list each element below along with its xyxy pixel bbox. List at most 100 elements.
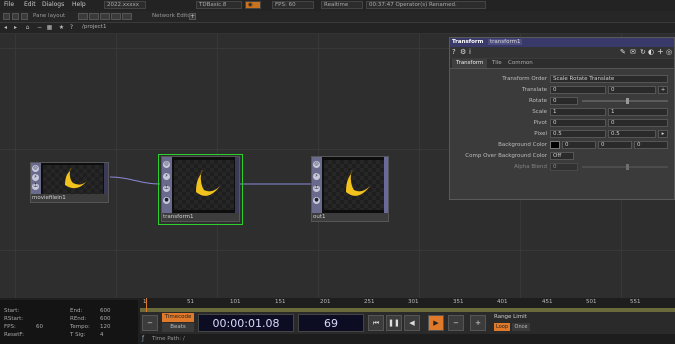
color-icon[interactable]: ◐ <box>648 48 654 56</box>
fps-value[interactable]: 60 <box>36 324 43 330</box>
pane-split-button[interactable] <box>12 13 19 20</box>
edit-icon[interactable]: ✎ <box>620 48 626 56</box>
node-moviefilein[interactable]: ◎ ⚡ ⚿ moviefilein1 <box>30 162 109 203</box>
frame-field[interactable]: 69 <box>298 314 364 332</box>
expand-button[interactable]: + <box>658 86 668 94</box>
viewer-icon[interactable]: ◎ <box>163 161 170 168</box>
bg-b-field[interactable]: 0 <box>634 141 668 149</box>
add-icon[interactable]: + <box>657 47 664 56</box>
layout-button[interactable] <box>100 13 110 20</box>
pivot-y-field[interactable]: 0 <box>608 119 668 127</box>
tab-common[interactable]: Common <box>508 59 533 68</box>
menu-dialogs[interactable]: Dialogs <box>42 1 64 8</box>
translate-y-field[interactable]: 0 <box>608 86 656 94</box>
playhead[interactable] <box>146 298 147 312</box>
add-pane-button[interactable]: + <box>189 13 196 20</box>
pixel-x-field[interactable]: 0.5 <box>550 130 606 138</box>
node-out[interactable]: ◎ ⚡ ⚿ ● out1 <box>311 156 389 222</box>
param-row: Pixel 0.5 0.5 ▸ <box>450 130 674 139</box>
lock-icon[interactable]: ⚿ <box>313 185 320 192</box>
tab-transform[interactable]: Transform <box>452 59 488 68</box>
play-icon[interactable]: ▶ <box>428 315 444 331</box>
collapse-button[interactable]: − <box>142 315 158 331</box>
realtime-toggle[interactable]: Realtime <box>321 1 363 9</box>
expand-button[interactable]: ▸ <box>658 130 668 138</box>
timecode-toggle[interactable]: Timecode <box>162 313 194 322</box>
bypass-icon[interactable]: ⚡ <box>163 173 170 180</box>
layout-button[interactable] <box>89 13 99 20</box>
slider-knob[interactable] <box>626 164 629 170</box>
scale-y-field[interactable]: 1 <box>608 108 668 116</box>
once-toggle[interactable]: Once <box>512 323 530 331</box>
end-value[interactable]: 600 <box>100 308 111 314</box>
node-name[interactable]: out1 <box>313 214 326 220</box>
viewer-icon[interactable]: ◎ <box>313 161 320 168</box>
alpha-blend-slider[interactable] <box>582 166 668 168</box>
loop-toggle[interactable]: Loop <box>494 323 510 331</box>
resetf-label: ResetF: <box>4 332 24 338</box>
skip-back-icon[interactable]: ⏮ <box>368 315 384 331</box>
clone-icon[interactable]: ● <box>313 197 320 204</box>
viewer-icon[interactable]: ◎ <box>32 165 39 172</box>
python-icon[interactable]: ⚙ <box>460 48 466 56</box>
transform-order-menu[interactable]: Scale Rotate Translate <box>550 75 668 83</box>
menu-file[interactable]: File <box>4 1 14 8</box>
translate-x-field[interactable]: 0 <box>550 86 606 94</box>
pane-split-button[interactable] <box>3 13 10 20</box>
rend-label: REnd: <box>70 316 87 322</box>
tsig-value[interactable]: 4 <box>100 332 104 338</box>
tempo-value[interactable]: 120 <box>100 324 111 330</box>
rotate-field[interactable]: 0 <box>550 97 578 105</box>
perform-button[interactable]: ◉ <box>245 1 261 9</box>
slider-knob[interactable] <box>626 98 629 104</box>
color-swatch[interactable] <box>550 141 560 149</box>
lock-icon[interactable]: ⚿ <box>163 185 170 192</box>
star-icon[interactable]: ★ <box>58 25 65 31</box>
target-icon[interactable]: ◎ <box>666 48 672 56</box>
grid-icon[interactable]: ▦ <box>46 25 53 31</box>
lock-icon[interactable]: ⚿ <box>32 183 39 190</box>
clone-icon[interactable]: ● <box>163 197 170 204</box>
rotate-slider[interactable] <box>582 100 668 102</box>
step-forward-icon[interactable]: + <box>470 315 486 331</box>
bypass-icon[interactable]: ⚡ <box>32 174 39 181</box>
help-icon[interactable]: ? <box>452 48 456 56</box>
layout-button[interactable] <box>111 13 121 20</box>
pivot-x-field[interactable]: 0 <box>550 119 606 127</box>
comment-icon[interactable]: ✉ <box>630 48 636 56</box>
scripts-icon[interactable]: ƒ <box>142 335 144 342</box>
forward-icon[interactable]: ▸ <box>12 25 19 31</box>
bypass-icon[interactable]: ⚡ <box>313 173 320 180</box>
node-viewer <box>43 165 103 194</box>
rend-value[interactable]: 600 <box>100 316 111 322</box>
pixel-y-field[interactable]: 0.5 <box>608 130 656 138</box>
pause-icon[interactable]: ❚❚ <box>386 315 402 331</box>
back-icon[interactable]: ◂ <box>2 25 9 31</box>
minus-icon[interactable]: − <box>36 25 43 31</box>
comp-over-toggle[interactable]: Off <box>550 152 574 160</box>
home-icon[interactable]: ⌂ <box>24 25 31 31</box>
menu-edit[interactable]: Edit <box>24 1 36 8</box>
bg-g-field[interactable]: 0 <box>598 141 632 149</box>
scale-x-field[interactable]: 1 <box>550 108 606 116</box>
node-transform[interactable]: ◎ ⚡ ⚿ ● transform1 <box>161 156 240 222</box>
info-icon[interactable]: i <box>469 48 471 56</box>
alpha-blend-field[interactable]: 0 <box>550 163 578 171</box>
op-name-field[interactable]: transform1 <box>488 39 523 45</box>
node-name[interactable]: moviefilein1 <box>32 195 66 201</box>
timecode-field[interactable]: 00:00:01.08 <box>198 314 294 332</box>
node-name[interactable]: transform1 <box>163 214 193 220</box>
reset-icon[interactable]: ↻ <box>640 48 646 56</box>
pane-split-button[interactable] <box>21 13 28 20</box>
layout-button[interactable] <box>78 13 88 20</box>
question-icon[interactable]: ? <box>68 25 75 31</box>
menu-help[interactable]: Help <box>72 1 86 8</box>
reverse-icon[interactable]: ◀ <box>404 315 420 331</box>
step-back-icon[interactable]: − <box>448 315 464 331</box>
ruler-tick: 101 <box>230 299 241 305</box>
network-path[interactable]: /project1 <box>82 24 106 30</box>
tab-tile[interactable]: Tile <box>492 59 502 68</box>
bg-r-field[interactable]: 0 <box>562 141 596 149</box>
layout-button[interactable] <box>122 13 132 20</box>
beats-toggle[interactable]: Beats <box>162 323 194 332</box>
